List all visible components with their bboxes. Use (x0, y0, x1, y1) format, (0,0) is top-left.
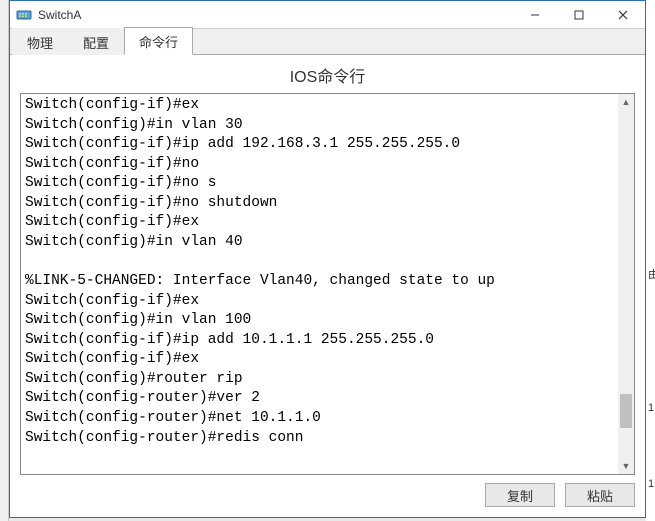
app-window: SwitchA 物理 配置 命令行 IOS命令行 Switch(config-i… (9, 0, 646, 518)
minimize-button[interactable] (513, 1, 557, 28)
window-title: SwitchA (38, 8, 513, 22)
background-right-sliver: 由 1. 1. (646, 0, 655, 521)
scrollbar[interactable]: ▲ ▼ (618, 94, 634, 474)
app-icon (16, 7, 32, 23)
window-controls (513, 1, 645, 28)
tab-label: 命令行 (139, 35, 178, 50)
button-label: 复制 (507, 486, 533, 505)
scroll-down-arrow[interactable]: ▼ (618, 458, 634, 474)
button-row: 复制 粘贴 (20, 475, 635, 507)
copy-button[interactable]: 复制 (485, 483, 555, 507)
tab-label: 物理 (27, 36, 53, 51)
tab-config[interactable]: 配置 (68, 28, 124, 55)
terminal-container: Switch(config-if)#ex Switch(config)#in v… (20, 93, 635, 475)
tab-content: IOS命令行 Switch(config-if)#ex Switch(confi… (10, 55, 645, 517)
tab-label: 配置 (83, 36, 109, 51)
bg-text-fragment: 1. (648, 478, 655, 490)
cli-terminal[interactable]: Switch(config-if)#ex Switch(config)#in v… (21, 94, 634, 474)
scroll-thumb[interactable] (620, 394, 632, 428)
paste-button[interactable]: 粘贴 (565, 483, 635, 507)
scroll-up-arrow[interactable]: ▲ (618, 94, 634, 110)
tab-bar: 物理 配置 命令行 (10, 29, 645, 55)
bg-text-fragment: 1. (648, 402, 655, 414)
titlebar[interactable]: SwitchA (10, 1, 645, 29)
page-title: IOS命令行 (20, 61, 635, 93)
maximize-button[interactable] (557, 1, 601, 28)
tab-physical[interactable]: 物理 (12, 28, 68, 55)
background-left-sliver (0, 0, 9, 521)
button-label: 粘贴 (587, 486, 613, 505)
tab-cli[interactable]: 命令行 (124, 27, 193, 55)
bg-text-fragment: 由 (648, 266, 655, 282)
close-button[interactable] (601, 1, 645, 28)
